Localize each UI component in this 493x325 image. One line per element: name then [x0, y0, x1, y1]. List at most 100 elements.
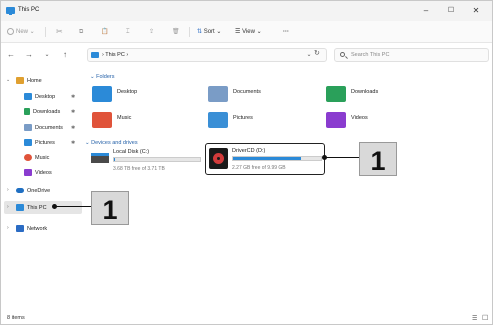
pin-icon[interactable]: ✱ — [71, 109, 75, 115]
pin-icon[interactable]: ✱ — [71, 94, 75, 100]
callout-number: 1 — [102, 195, 118, 225]
drives-section-header[interactable]: ⌄ Devices and drives — [85, 140, 138, 146]
drive-d[interactable]: DriverCD (D:) 2.27 GB free of 9.99 GB — [205, 143, 325, 175]
toolbar-divider — [189, 27, 190, 37]
file-explorer-window: This PC – ☐ ✕ New ⌄ ✂ ⧉ 📋 ⌶ ⇪ 🗑 ⇅ Sort ⌄… — [0, 0, 493, 325]
this-pc-icon — [6, 7, 15, 15]
search-icon — [340, 52, 345, 57]
folder-downloads[interactable]: Downloads — [326, 86, 426, 104]
refresh-icon[interactable]: ↻ — [314, 49, 320, 57]
pictures-folder-icon — [208, 112, 228, 128]
folder-documents[interactable]: Documents — [208, 86, 308, 104]
close-button[interactable]: ✕ — [467, 4, 485, 17]
more-options-button[interactable]: ··· — [283, 26, 289, 38]
collapse-chevron-icon[interactable]: › — [7, 225, 9, 231]
callout-badge: 1 — [359, 142, 397, 176]
pin-icon[interactable]: ✱ — [71, 125, 75, 131]
callout-leader-line — [325, 157, 359, 158]
command-bar: New ⌄ ✂ ⧉ 📋 ⌶ ⇪ 🗑 ⇅ Sort ⌄ ☰ View ⌄ ··· — [1, 21, 492, 43]
home-icon — [16, 77, 24, 85]
sort-button[interactable]: ⇅ Sort ⌄ — [197, 26, 221, 38]
callout-number: 1 — [370, 146, 386, 176]
sidebar-item-desktop[interactable]: Desktop — [24, 91, 55, 103]
toolbar-divider — [45, 27, 46, 37]
back-arrow-icon[interactable]: ← — [6, 49, 16, 61]
sort-label: Sort — [203, 29, 215, 35]
downloads-icon — [24, 108, 30, 116]
address-dropdown-icon[interactable]: ⌄ — [304, 49, 314, 61]
search-placeholder: Search This PC — [351, 52, 390, 58]
folders-section-header[interactable]: ⌄ Folders — [90, 74, 114, 80]
rename-icon[interactable]: ⌶ — [126, 26, 130, 38]
expand-chevron-icon[interactable]: ⌄ — [6, 77, 10, 83]
music-folder-icon — [92, 112, 112, 128]
sidebar-item-this-pc[interactable]: This PC — [16, 202, 47, 214]
paste-icon[interactable]: 📋 — [101, 26, 108, 38]
recent-chevron-icon[interactable]: ⌄ — [42, 49, 52, 61]
copy-icon[interactable]: ⧉ — [79, 26, 83, 38]
sidebar-item-network[interactable]: Network — [16, 223, 47, 235]
sidebar-item-music[interactable]: Music — [24, 152, 49, 164]
drive-c[interactable]: Local Disk (C:) 3.68 TB free of 3.71 TB — [89, 147, 205, 175]
folder-videos[interactable]: Videos — [326, 112, 426, 130]
item-count: 8 items — [7, 315, 25, 321]
plus-circle-icon — [7, 27, 14, 35]
cut-icon[interactable]: ✂ — [56, 26, 63, 38]
music-icon — [24, 154, 32, 162]
documents-icon — [24, 124, 32, 132]
drive-usage-bar — [113, 157, 201, 162]
up-arrow-icon[interactable]: ↑ — [60, 49, 70, 61]
status-bar: 8 items ☰ ☐ — [1, 312, 492, 325]
new-button[interactable]: New ⌄ — [7, 26, 35, 38]
cd-drive-icon — [209, 148, 228, 169]
cloud-icon — [16, 188, 24, 194]
videos-folder-icon — [326, 112, 346, 128]
maximize-button[interactable]: ☐ — [442, 4, 460, 17]
sidebar-item-pictures[interactable]: Pictures — [24, 137, 55, 149]
title-bar: This PC – ☐ ✕ — [1, 1, 492, 21]
search-input[interactable]: Search This PC — [334, 48, 489, 62]
videos-icon — [24, 169, 32, 177]
minimize-button[interactable]: – — [417, 4, 435, 17]
sidebar-item-documents[interactable]: Documents — [24, 122, 63, 134]
view-icon: ☰ — [235, 29, 241, 35]
this-pc-icon — [16, 204, 24, 212]
downloads-folder-icon — [326, 86, 346, 102]
share-icon[interactable]: ⇪ — [149, 26, 154, 38]
breadcrumb: › This PC › — [102, 52, 129, 58]
folder-desktop[interactable]: Desktop — [92, 86, 192, 104]
folder-music[interactable]: Music — [92, 112, 192, 130]
address-bar[interactable]: › This PC › — [87, 48, 327, 62]
this-pc-icon — [91, 52, 99, 58]
folder-pictures[interactable]: Pictures — [208, 112, 308, 130]
network-icon — [16, 225, 24, 233]
new-label: New — [16, 29, 29, 35]
callout-badge: 1 — [91, 191, 129, 225]
tiles-view-icon[interactable]: ☐ — [482, 314, 488, 322]
sidebar-item-videos[interactable]: Videos — [24, 167, 52, 179]
sort-icon: ⇅ — [197, 29, 203, 35]
sidebar-item-downloads[interactable]: Downloads — [24, 106, 60, 118]
collapse-chevron-icon[interactable]: › — [7, 187, 9, 193]
pin-icon[interactable]: ✱ — [71, 140, 75, 146]
hard-drive-icon — [91, 153, 109, 163]
pictures-icon — [24, 139, 32, 147]
drive-usage-fill — [233, 157, 301, 160]
navigation-pane: ⌄ Home Desktop ✱ Downloads ✱ Documents ✱… — [1, 67, 83, 312]
desktop-icon — [24, 93, 32, 101]
documents-folder-icon — [208, 86, 228, 102]
window-title: This PC — [18, 7, 40, 13]
view-label: View — [242, 29, 255, 35]
delete-icon[interactable]: 🗑 — [172, 26, 180, 38]
details-view-icon[interactable]: ☰ — [472, 315, 477, 322]
callout-leader-line — [55, 206, 91, 207]
sidebar-item-onedrive[interactable]: OneDrive — [16, 185, 50, 197]
sidebar-item-home[interactable]: Home — [16, 75, 42, 87]
view-button[interactable]: ☰ View ⌄ — [235, 26, 262, 38]
collapse-chevron-icon[interactable]: › — [7, 204, 9, 210]
forward-arrow-icon[interactable]: → — [24, 49, 34, 61]
navigation-bar: ← → ⌄ ↑ › This PC › ⌄ ↻ Search This PC — [1, 44, 492, 66]
drive-usage-bar — [232, 156, 322, 161]
drive-usage-fill — [114, 158, 115, 161]
desktop-folder-icon — [92, 86, 112, 102]
